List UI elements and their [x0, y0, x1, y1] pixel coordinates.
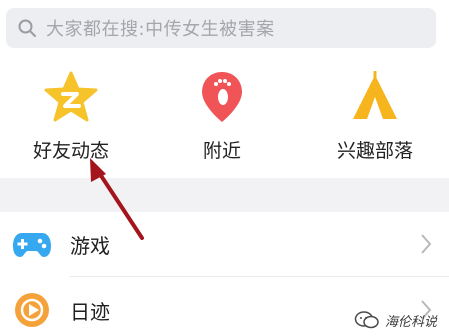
list-item-games[interactable]: 游戏 — [0, 212, 449, 276]
shortcut-nearby[interactable]: 附近 — [157, 70, 287, 170]
wechat-logo-icon — [354, 311, 379, 329]
shortcut-label: 附近 — [202, 140, 241, 162]
search-bar-container: 大家都在搜:中传女生被害案 — [0, 0, 449, 58]
search-input[interactable]: 大家都在搜:中传女生被害案 — [6, 8, 436, 48]
list-item-label: 日迹 — [70, 299, 110, 324]
shortcut-label: 兴趣部落 — [336, 140, 413, 162]
shortcut-friend-feed[interactable]: 好友动态 — [6, 70, 136, 170]
gamepad-icon — [12, 224, 52, 264]
list-divider — [70, 276, 449, 277]
shortcut-interest-tribe[interactable]: 兴趣部落 — [310, 70, 440, 170]
shortcut-label: 好友动态 — [32, 140, 109, 162]
chevron-right-icon — [421, 234, 432, 254]
location-footprint-icon — [192, 70, 252, 124]
watermark-text: 海伦科说 — [384, 314, 437, 330]
play-circle-icon — [12, 290, 52, 330]
app-screen: 大家都在搜:中传女生被害案 好友动态 附近 兴趣部落 游戏 日迹 海伦科说 — [0, 0, 449, 336]
qzone-star-icon — [41, 70, 101, 124]
tent-icon — [345, 70, 405, 124]
list-item-label: 游戏 — [70, 233, 110, 258]
search-placeholder: 大家都在搜:中传女生被害案 — [46, 19, 275, 40]
section-divider — [0, 178, 449, 212]
shortcut-row: 好友动态 附近 兴趣部落 — [0, 58, 449, 178]
search-icon — [16, 17, 38, 39]
watermark: 海伦科说 — [354, 310, 437, 330]
